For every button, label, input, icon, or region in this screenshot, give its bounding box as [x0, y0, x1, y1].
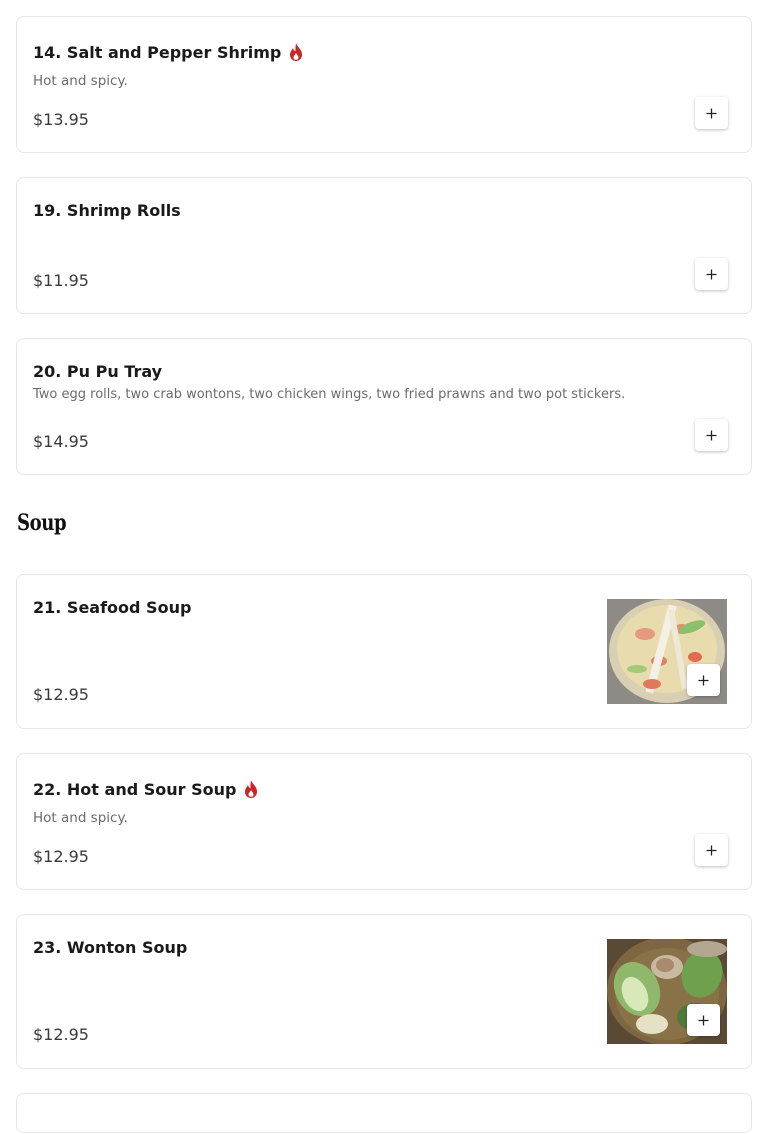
- item-price: $13.95: [33, 110, 89, 129]
- plus-icon: [706, 430, 717, 440]
- item-name: 20. Pu Pu Tray: [33, 362, 163, 381]
- item-title-row: 19. Shrimp Rolls: [33, 201, 181, 220]
- add-to-cart-button[interactable]: [695, 258, 728, 290]
- item-name: 21. Seafood Soup: [33, 598, 192, 617]
- plus-icon: [698, 675, 709, 685]
- item-title-row: 14. Salt and Pepper Shrimp: [33, 42, 304, 62]
- item-title-row: 23. Wonton Soup: [33, 938, 187, 957]
- item-description: Hot and spicy.: [33, 73, 128, 89]
- plus-icon: [706, 845, 717, 855]
- flame-icon: [290, 43, 303, 61]
- item-price: $12.95: [33, 847, 89, 866]
- item-title-row: 21. Seafood Soup: [33, 598, 191, 617]
- item-description: Two egg rolls, two crab wontons, two chi…: [33, 387, 626, 402]
- menu-item-card[interactable]: 20. Pu Pu Tray Two egg rolls, two crab w…: [16, 338, 752, 475]
- add-to-cart-button[interactable]: [687, 664, 720, 696]
- item-name: 23. Wonton Soup: [33, 938, 188, 957]
- add-to-cart-button[interactable]: [695, 419, 728, 451]
- item-name: 22. Hot and Sour Soup: [33, 779, 237, 799]
- add-to-cart-button[interactable]: [687, 1004, 720, 1036]
- menu-item-card[interactable]: 22. Hot and Sour Soup Hot and spicy. $12…: [16, 753, 752, 890]
- item-price: $12.95: [33, 685, 89, 704]
- plus-icon: [706, 108, 717, 118]
- item-name: 14. Salt and Pepper Shrimp: [33, 42, 282, 62]
- item-title-row: 20. Pu Pu Tray: [33, 362, 162, 381]
- item-price: $14.95: [33, 432, 89, 451]
- menu-item-card[interactable]: 14. Salt and Pepper Shrimp Hot and spicy…: [16, 16, 752, 153]
- item-price: $12.95: [33, 1025, 89, 1044]
- menu-item-card[interactable]: 23. Wonton Soup $12.95: [16, 914, 752, 1069]
- flame-icon: [245, 780, 258, 798]
- menu-item-card[interactable]: 21. Seafood Soup $12.95: [16, 574, 752, 729]
- menu-item-card[interactable]: 19. Shrimp Rolls $11.95: [16, 177, 752, 314]
- item-price: $11.95: [33, 271, 89, 290]
- item-description: Hot and spicy.: [33, 810, 128, 826]
- add-to-cart-button[interactable]: [695, 834, 728, 866]
- add-to-cart-button[interactable]: [695, 97, 728, 129]
- item-title-row: 22. Hot and Sour Soup: [33, 779, 259, 799]
- section-heading: Soup: [17, 510, 67, 536]
- item-name: 19. Shrimp Rolls: [33, 201, 181, 220]
- menu-item-card[interactable]: [16, 1093, 752, 1133]
- plus-icon: [698, 1015, 709, 1025]
- plus-icon: [706, 269, 717, 279]
